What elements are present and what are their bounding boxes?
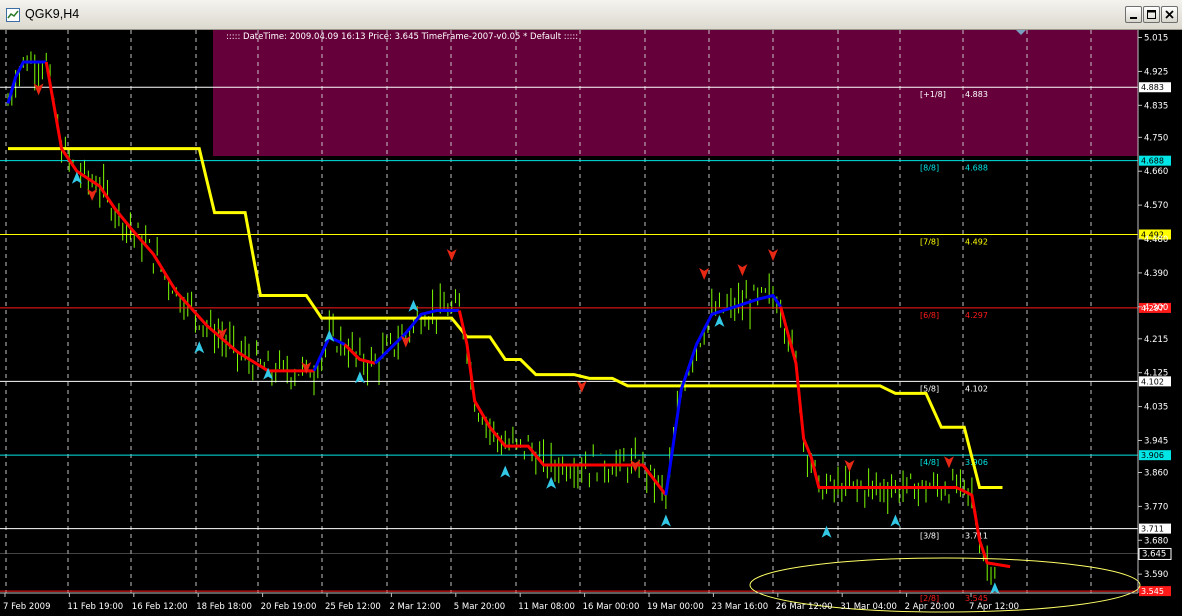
minimize-button[interactable] bbox=[1125, 6, 1142, 23]
minimize-icon bbox=[1130, 17, 1137, 19]
level-name: [3/8] bbox=[920, 532, 939, 541]
time-tick-label: 2 Apr 20:00 bbox=[905, 602, 955, 612]
time-tick-label: 7 Apr 12:00 bbox=[969, 602, 1019, 612]
price-tick-label: 4.480 bbox=[1144, 235, 1168, 245]
level-value: 3.906 bbox=[965, 458, 988, 467]
level-name: [+1/8] bbox=[920, 90, 946, 99]
price-tick-label: 4.570 bbox=[1144, 201, 1168, 211]
time-tick-label: 18 Feb 18:00 bbox=[196, 602, 252, 612]
current-price-value: 3.645 bbox=[1142, 549, 1166, 559]
time-tick-label: 19 Mar 00:00 bbox=[647, 602, 704, 612]
time-tick-label: 26 Mar 12:00 bbox=[776, 602, 833, 612]
price-chart[interactable]: ::::: DateTime: 2009.04.09 16:13 Price: … bbox=[0, 30, 1182, 616]
level-value: 4.688 bbox=[965, 164, 988, 173]
time-tick-label: 5 Mar 20:00 bbox=[454, 602, 505, 612]
time-tick-label: 23 Mar 16:00 bbox=[711, 602, 768, 612]
price-tick-label: 4.035 bbox=[1144, 403, 1168, 413]
level-name: [4/8] bbox=[920, 458, 939, 467]
level-axis-value: 3.906 bbox=[1141, 451, 1164, 460]
level-axis-value: 3.545 bbox=[1141, 587, 1164, 596]
maximize-button[interactable] bbox=[1143, 6, 1160, 23]
time-tick-label: 20 Feb 19:00 bbox=[261, 602, 317, 612]
level-value: 4.102 bbox=[965, 384, 988, 393]
time-tick-label: 11 Feb 19:00 bbox=[67, 602, 123, 612]
close-icon bbox=[1165, 10, 1174, 19]
price-tick-label: 3.860 bbox=[1144, 468, 1168, 478]
price-tick-label: 3.945 bbox=[1144, 436, 1168, 446]
price-tick-label: 4.750 bbox=[1144, 133, 1168, 143]
price-tick-label: 4.835 bbox=[1144, 101, 1168, 111]
level-name: [8/8] bbox=[920, 164, 939, 173]
price-tick-label: 4.660 bbox=[1144, 167, 1168, 177]
level-value: 4.883 bbox=[965, 90, 988, 99]
time-tick-label: 31 Mar 04:00 bbox=[840, 602, 897, 612]
level-value: 3.711 bbox=[965, 532, 988, 541]
time-tick-label: 25 Feb 12:00 bbox=[325, 602, 381, 612]
level-axis-value: 4.102 bbox=[1141, 377, 1164, 386]
price-tick-label: 3.680 bbox=[1144, 536, 1168, 546]
price-tick-label: 4.300 bbox=[1144, 303, 1168, 313]
level-name: [6/8] bbox=[920, 311, 939, 320]
price-tick-label: 4.215 bbox=[1144, 335, 1168, 345]
price-tick-label: 4.125 bbox=[1144, 369, 1168, 379]
info-bar: ::::: DateTime: 2009.04.09 16:13 Price: … bbox=[226, 32, 578, 42]
level-value: 4.492 bbox=[965, 237, 988, 246]
price-tick-label: 3.770 bbox=[1144, 502, 1168, 512]
time-tick-label: 7 Feb 2009 bbox=[3, 602, 51, 612]
overlay-zone bbox=[213, 30, 1138, 156]
level-name: [7/8] bbox=[920, 237, 939, 246]
chart-app-icon bbox=[6, 8, 20, 22]
close-button[interactable] bbox=[1161, 6, 1178, 23]
price-tick-label: 4.925 bbox=[1144, 67, 1168, 77]
current-price-label: 3.645 bbox=[1138, 547, 1172, 560]
level-axis-value: 3.711 bbox=[1141, 525, 1164, 534]
title-bar[interactable]: QGK9,H4 bbox=[0, 0, 1182, 30]
price-tick-label: 5.015 bbox=[1144, 34, 1168, 44]
price-tick-label: 4.390 bbox=[1144, 269, 1168, 279]
price-tick-label: 3.590 bbox=[1144, 570, 1168, 580]
maximize-icon bbox=[1147, 10, 1156, 19]
time-tick-label: 11 Mar 08:00 bbox=[518, 602, 575, 612]
chart-window: QGK9,H4 ::::: DateTime: 2009.04.09 16:13… bbox=[0, 0, 1182, 616]
time-tick-label: 16 Mar 00:00 bbox=[583, 602, 640, 612]
time-tick-label: 2 Mar 12:00 bbox=[389, 602, 440, 612]
window-title: QGK9,H4 bbox=[25, 7, 80, 21]
level-axis-value: 4.688 bbox=[1141, 157, 1164, 166]
time-tick-label: 16 Feb 12:00 bbox=[132, 602, 188, 612]
level-axis-value: 4.883 bbox=[1141, 83, 1164, 92]
level-value: 4.297 bbox=[965, 311, 988, 320]
